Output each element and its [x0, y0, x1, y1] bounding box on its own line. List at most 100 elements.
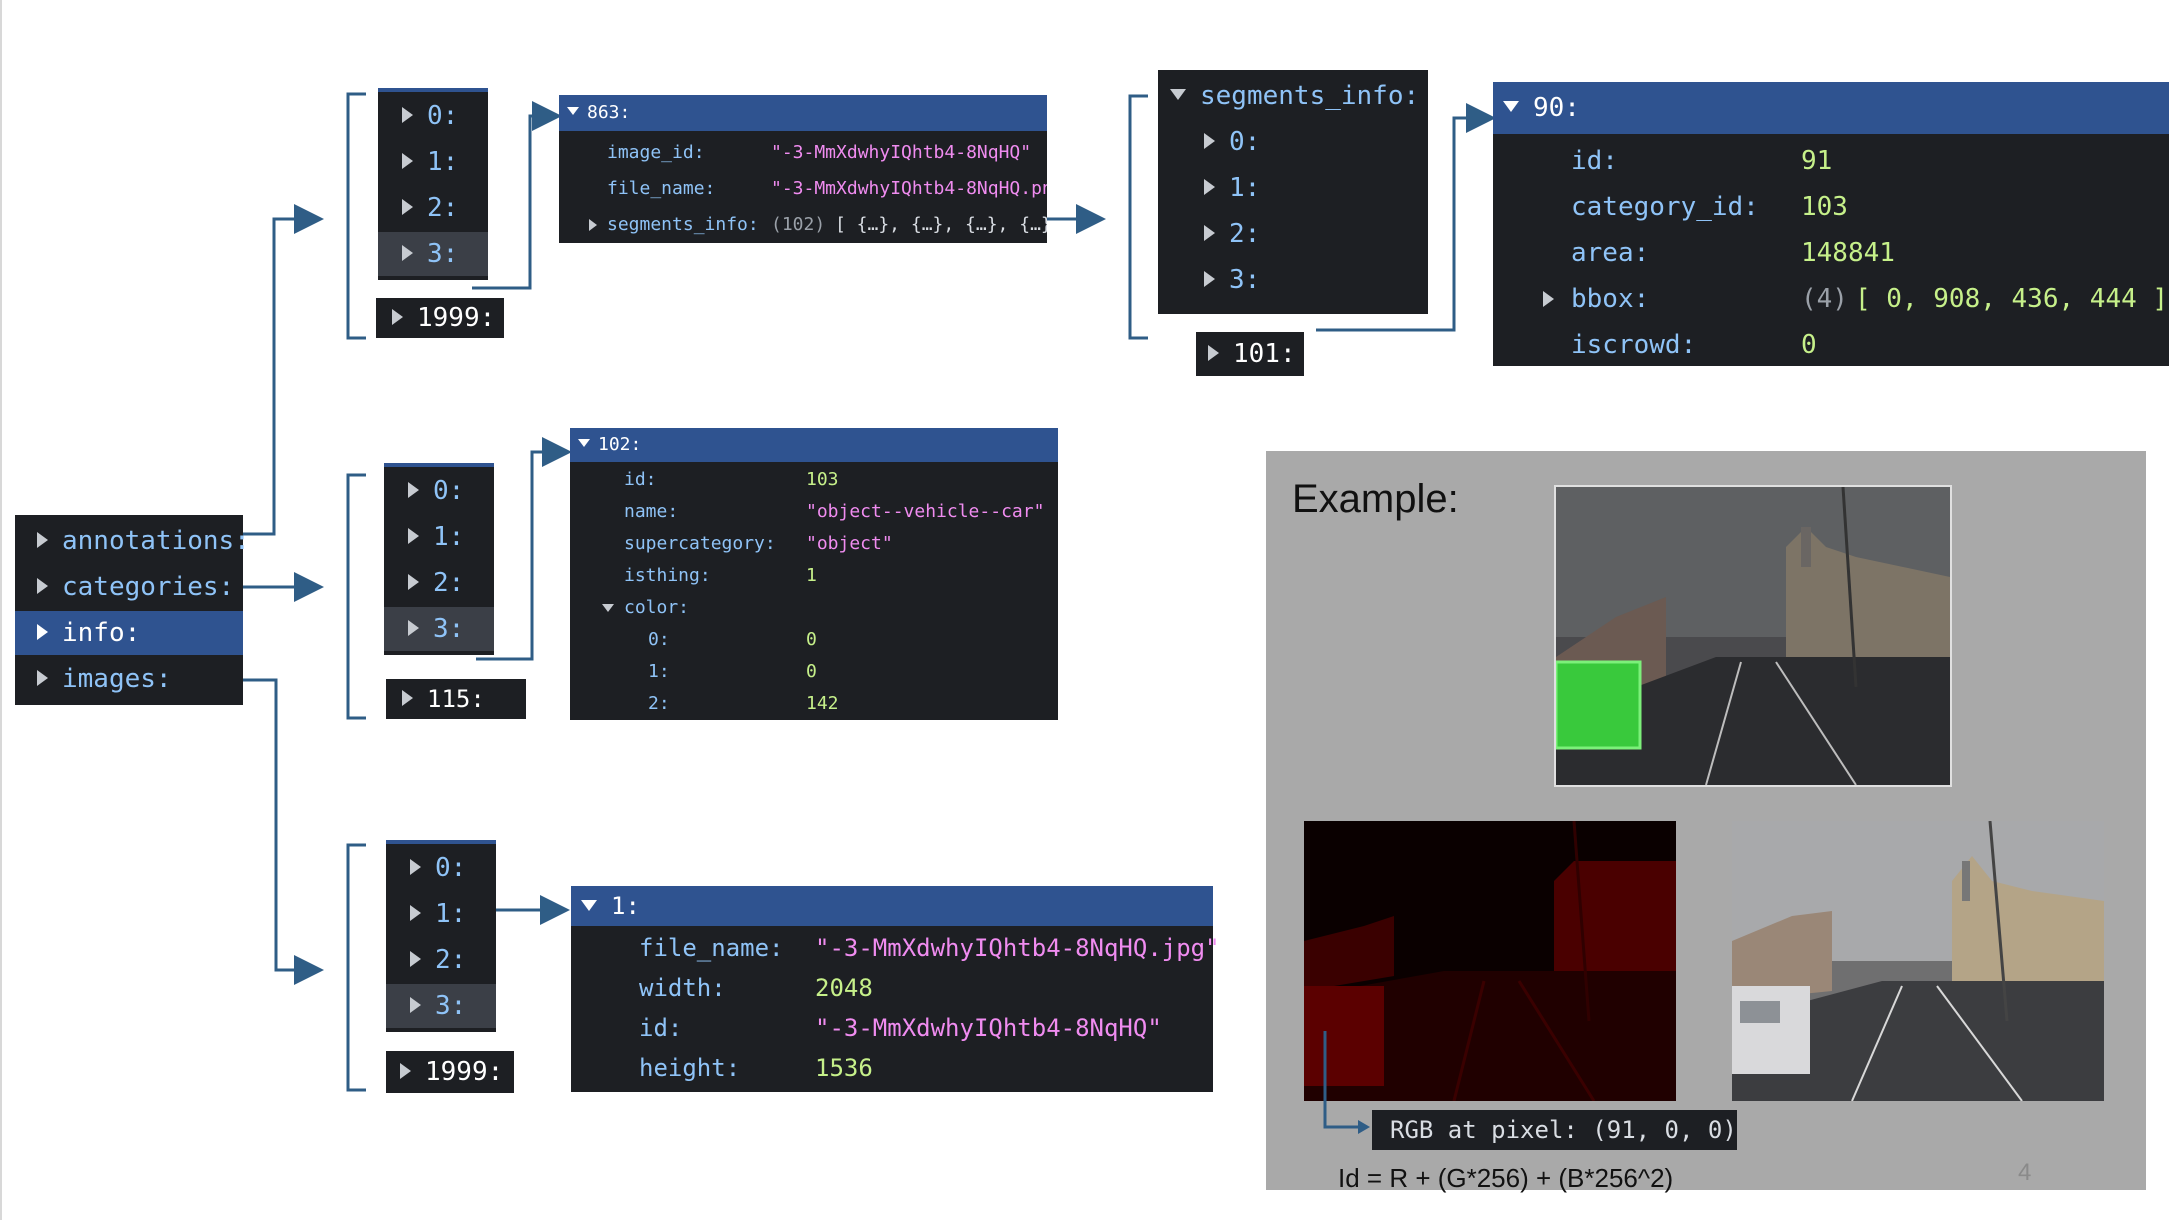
list-item-selected[interactable]: 3: — [384, 607, 494, 651]
list-item[interactable]: 2: — [386, 938, 496, 982]
root-panel: annotations: categories: info: images: — [15, 515, 250, 705]
rgb-readout: RGB at pixel: (91, 0, 0) — [1372, 1110, 1737, 1150]
detail-row: 0: 0 — [648, 629, 817, 650]
segments-list-last[interactable]: 101: — [1196, 332, 1304, 376]
annotations-bracket — [346, 92, 366, 340]
detail-row: id: 91 — [1571, 146, 1833, 176]
collapse-arrow-icon — [578, 439, 590, 447]
expand-arrow-icon — [402, 152, 413, 169]
example-title: Example: — [1292, 477, 1459, 521]
detail-row-bbox[interactable]: bbox: (4)[ 0, 908, 436, 444 ] — [1493, 276, 2169, 322]
segments-bracket — [1128, 94, 1148, 340]
list-item[interactable]: 0: — [384, 469, 494, 513]
detail-row: id: "-3-MmXdwhyIQhtb4-8NqHQ" — [639, 1014, 1162, 1042]
list-item-selected[interactable]: 3: — [378, 232, 488, 276]
list-item[interactable]: 0: — [386, 846, 496, 890]
list-item[interactable]: 0: — [1158, 120, 1428, 164]
expand-arrow-icon — [410, 950, 421, 967]
expand-arrow-icon — [408, 573, 419, 590]
image-detail: 1: file_name: "-3-MmXdwhyIQhtb4-8NqHQ.jpg… — [571, 886, 1220, 1092]
expand-arrow-icon — [1204, 270, 1215, 287]
segments-list-header[interactable]: segments_info: — [1158, 74, 1428, 118]
expand-arrow-icon — [1204, 132, 1215, 149]
list-item[interactable]: 2: — [1158, 212, 1428, 256]
categories-list-last[interactable]: 115: — [386, 679, 526, 719]
street-photo-original — [1732, 821, 2104, 1101]
root-item-categories[interactable]: categories: — [15, 565, 243, 609]
expand-arrow-icon — [37, 623, 48, 640]
annotations-list: 0: 1: 2: 3: — [378, 88, 488, 280]
annotation-detail-header[interactable]: 863: — [559, 95, 1047, 131]
collapse-arrow-icon — [581, 899, 597, 911]
list-item[interactable]: 1: — [384, 515, 494, 559]
detail-row: category_id: 103 — [1571, 192, 1848, 222]
expand-arrow-icon — [402, 690, 413, 706]
page-number: 4 — [2018, 1159, 2032, 1186]
categories-list: 0: 1: 2: 3: — [384, 463, 494, 655]
detail-row-segments[interactable]: segments_info:(102)[ {…}, {…}, {…}, {…},… — [559, 207, 1047, 243]
list-item[interactable]: 1: — [1158, 166, 1428, 210]
detail-row: height: 1536 — [639, 1054, 873, 1082]
root-item-info[interactable]: info: — [15, 611, 243, 655]
annotations-list-last[interactable]: 1999: — [376, 298, 504, 338]
segments-list: segments_info: 0: 1: 2: 3: — [1158, 70, 1428, 314]
category-detail-header[interactable]: 102: — [570, 428, 1058, 462]
detail-row: area: 148841 — [1571, 238, 1895, 268]
images-bracket — [346, 843, 366, 1092]
collapse-arrow-icon — [602, 604, 614, 612]
expand-arrow-icon — [1543, 291, 1554, 307]
collapse-arrow-icon — [567, 107, 579, 115]
list-item[interactable]: 2: — [384, 561, 494, 605]
expand-arrow-icon — [589, 219, 597, 231]
detail-row: id: 103 — [624, 469, 839, 490]
expand-arrow-icon — [37, 531, 48, 548]
expand-arrow-icon — [410, 858, 421, 875]
detail-row: iscrowd: 0 — [1571, 330, 1817, 360]
category-detail: 102: id: 103 name: "object--vehicle--car" … — [570, 428, 1058, 720]
image-detail-header[interactable]: 1: — [571, 886, 1213, 926]
detail-row: file_name: "-3-MmXdwhyIQhtb4-8NqHQ.png" — [607, 178, 1047, 199]
expand-arrow-icon — [37, 577, 48, 594]
expand-arrow-icon — [400, 1062, 411, 1079]
root-item-images[interactable]: images: — [15, 657, 243, 701]
collapse-arrow-icon — [1503, 101, 1519, 112]
segment-detail: 90: id: 91 category_id: 103 area: 148841 bb… — [1493, 82, 2169, 366]
images-list-last[interactable]: 1999: — [386, 1051, 514, 1093]
detail-row: isthing: 1 — [624, 565, 817, 586]
street-photo-with-mask — [1554, 485, 1952, 787]
detail-row: name: "object--vehicle--car" — [624, 501, 1045, 522]
list-item[interactable]: 1: — [378, 140, 488, 184]
detail-row-color[interactable]: color: — [570, 592, 1058, 624]
detail-row: 1: 0 — [648, 661, 817, 682]
connector-images — [216, 678, 324, 985]
expand-arrow-icon — [1208, 344, 1219, 361]
example-panel: Example: RGB at pixel: (91, 0, 0) Id = R… — [1266, 451, 2146, 1193]
root-item-annotations[interactable]: annotations: — [15, 519, 250, 563]
images-list: 0: 1: 2: 3: — [386, 840, 496, 1032]
collapse-arrow-icon — [1170, 89, 1186, 100]
connector-annotations — [240, 204, 324, 536]
expand-arrow-icon — [402, 244, 413, 261]
pixel-pointer — [1323, 1031, 1370, 1134]
expand-arrow-icon — [392, 308, 403, 325]
list-item[interactable]: 1: — [386, 892, 496, 936]
expand-arrow-icon — [410, 904, 421, 921]
expand-arrow-icon — [1204, 178, 1215, 195]
categories-bracket — [346, 473, 366, 720]
detail-row: 2: 142 — [648, 693, 839, 714]
list-item[interactable]: 0: — [378, 94, 488, 138]
expand-arrow-icon — [37, 669, 48, 686]
list-item-selected[interactable]: 3: — [386, 984, 496, 1028]
detail-row: file_name: "-3-MmXdwhyIQhtb4-8NqHQ.jpg" — [639, 934, 1220, 962]
expand-arrow-icon — [402, 198, 413, 215]
expand-arrow-icon — [410, 996, 421, 1013]
expand-arrow-icon — [1204, 224, 1215, 241]
segment-detail-header[interactable]: 90: — [1493, 82, 2169, 134]
list-item[interactable]: 3: — [1158, 258, 1428, 302]
list-item[interactable]: 2: — [378, 186, 488, 230]
detail-row: width: 2048 — [639, 974, 873, 1002]
detail-row: image_id: "-3-MmXdwhyIQhtb4-8NqHQ" — [607, 142, 1032, 163]
expand-arrow-icon — [408, 619, 419, 636]
id-formula: Id = R + (G*256) + (B*256^2) — [1338, 1163, 1674, 1193]
expand-arrow-icon — [408, 527, 419, 544]
